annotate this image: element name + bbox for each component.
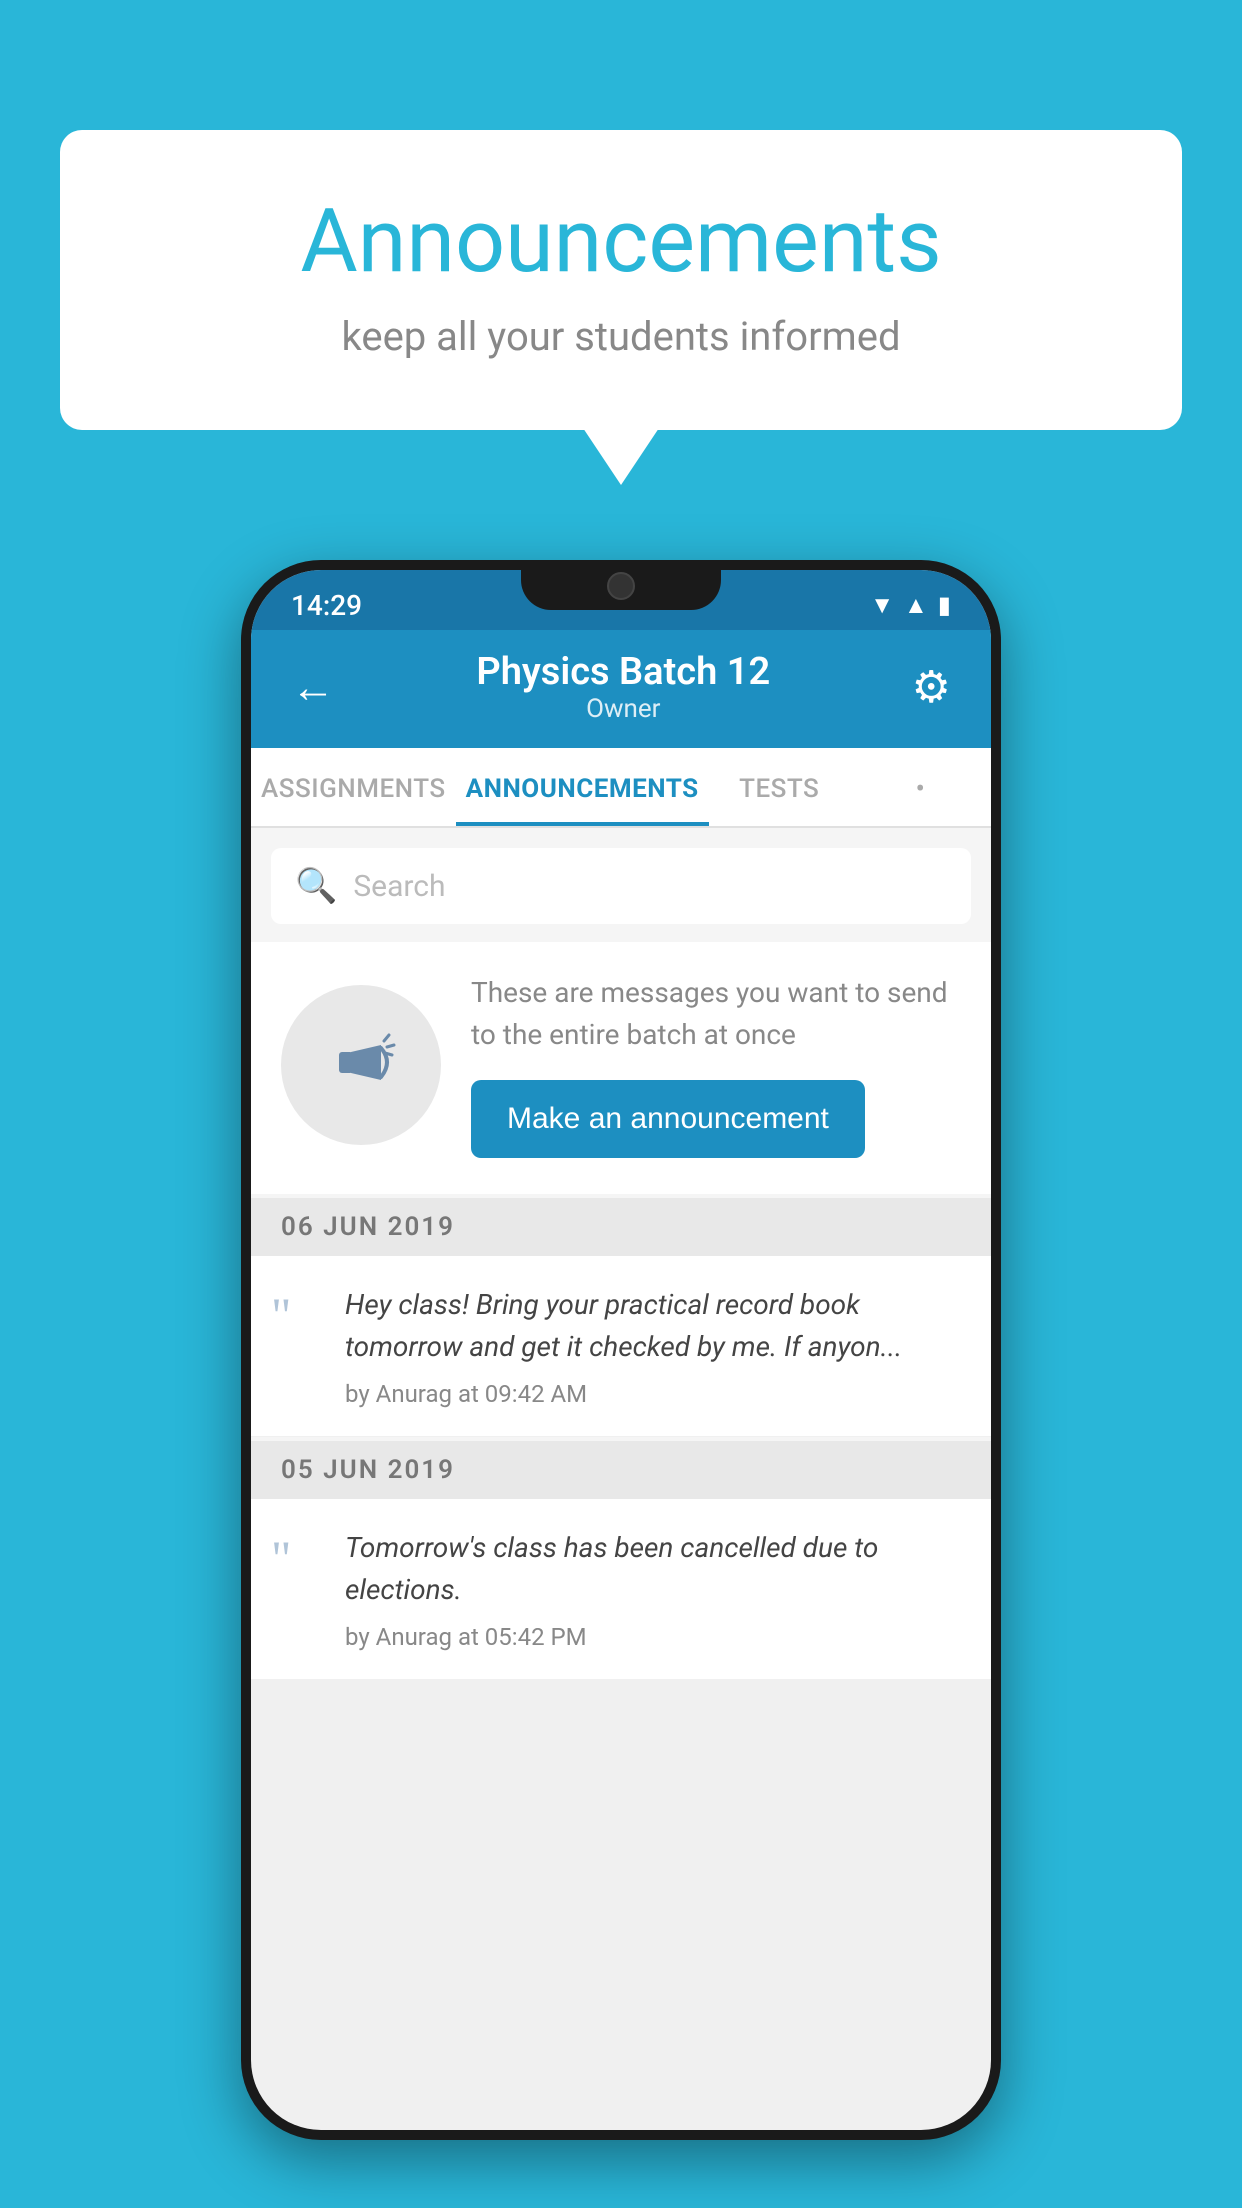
- promo-icon-circle: [281, 985, 441, 1145]
- quote-icon-2: ": [271, 1533, 321, 1583]
- quote-icon-1: ": [271, 1290, 321, 1340]
- phone-container: 14:29 ▼ ▲ ▮ ← Physics Batch 12 Owner ⚙ A…: [241, 560, 1001, 2140]
- tab-more[interactable]: •: [850, 748, 991, 826]
- announcement-text-1: Hey class! Bring your practical record b…: [345, 1284, 961, 1368]
- status-time: 14:29: [291, 589, 362, 622]
- date-divider-1: 06 JUN 2019: [251, 1198, 991, 1256]
- announcement-content-2: Tomorrow's class has been cancelled due …: [345, 1527, 961, 1651]
- battery-icon: ▮: [938, 591, 951, 619]
- tab-tests[interactable]: TESTS: [709, 748, 850, 826]
- content-area: 🔍 Search: [251, 828, 991, 1680]
- phone-frame: 14:29 ▼ ▲ ▮ ← Physics Batch 12 Owner ⚙ A…: [241, 560, 1001, 2140]
- promo-description: These are messages you want to send to t…: [471, 972, 961, 1056]
- wifi-icon: ▼: [870, 591, 894, 620]
- search-placeholder: Search: [353, 869, 445, 904]
- megaphone-icon: [321, 1025, 401, 1105]
- app-header: ← Physics Batch 12 Owner ⚙: [251, 630, 991, 748]
- status-icons: ▼ ▲ ▮: [870, 591, 951, 620]
- settings-icon[interactable]: ⚙: [912, 661, 951, 713]
- announcement-item-1[interactable]: " Hey class! Bring your practical record…: [251, 1256, 991, 1437]
- back-button[interactable]: ←: [291, 661, 335, 713]
- header-center: Physics Batch 12 Owner: [476, 650, 770, 724]
- header-title: Physics Batch 12: [476, 650, 770, 694]
- speech-bubble-title: Announcements: [140, 190, 1102, 293]
- announcement-promo: These are messages you want to send to t…: [251, 942, 991, 1194]
- signal-icon: ▲: [904, 591, 928, 620]
- announcement-meta-2: by Anurag at 05:42 PM: [345, 1623, 961, 1651]
- tab-announcements[interactable]: ANNOUNCEMENTS: [456, 748, 709, 826]
- tab-assignments[interactable]: ASSIGNMENTS: [251, 748, 456, 826]
- header-subtitle: Owner: [476, 694, 770, 724]
- announcement-content-1: Hey class! Bring your practical record b…: [345, 1284, 961, 1408]
- search-bar[interactable]: 🔍 Search: [271, 848, 971, 924]
- speech-bubble: Announcements keep all your students inf…: [60, 130, 1182, 430]
- phone-notch: [521, 560, 721, 610]
- make-announcement-button[interactable]: Make an announcement: [471, 1080, 865, 1158]
- speech-bubble-subtitle: keep all your students informed: [140, 313, 1102, 360]
- announcement-text-2: Tomorrow's class has been cancelled due …: [345, 1527, 961, 1611]
- phone-screen: 14:29 ▼ ▲ ▮ ← Physics Batch 12 Owner ⚙ A…: [251, 570, 991, 2130]
- announcement-item-2[interactable]: " Tomorrow's class has been cancelled du…: [251, 1499, 991, 1680]
- tab-bar: ASSIGNMENTS ANNOUNCEMENTS TESTS •: [251, 748, 991, 828]
- speech-bubble-container: Announcements keep all your students inf…: [60, 130, 1182, 430]
- date-divider-2: 05 JUN 2019: [251, 1441, 991, 1499]
- search-icon: 🔍: [295, 866, 337, 906]
- announcement-meta-1: by Anurag at 09:42 AM: [345, 1380, 961, 1408]
- promo-content: These are messages you want to send to t…: [471, 972, 961, 1158]
- phone-camera: [607, 572, 635, 600]
